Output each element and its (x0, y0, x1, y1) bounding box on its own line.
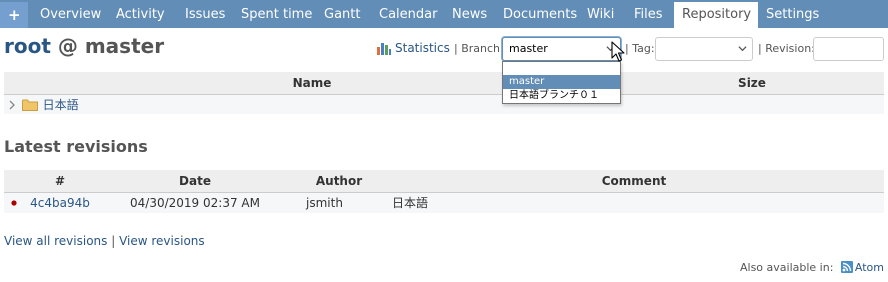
mouse-cursor-icon (611, 41, 625, 62)
tab-repository[interactable]: Repository (674, 2, 758, 28)
view-revisions-link[interactable]: View revisions (119, 234, 205, 248)
repository-root-link[interactable]: root (4, 34, 51, 58)
feed-icon (840, 261, 853, 273)
also-available-label: Also available in: (739, 261, 834, 274)
tab-issues[interactable]: Issues (177, 2, 233, 28)
atom-feed-link[interactable]: Atom (855, 261, 884, 274)
branch-option-master[interactable]: master (503, 75, 620, 89)
title-separator: @ (50, 34, 85, 58)
project-menu-bar: + Overview Activity Issues Spent time Ga… (0, 0, 888, 28)
tab-spent-time[interactable]: Spent time (233, 2, 320, 28)
branch-label: | Branch: (454, 42, 504, 55)
column-header-comment: Comment (384, 170, 884, 193)
tab-wiki[interactable]: Wiki (579, 2, 622, 28)
link-separator: | (107, 234, 120, 248)
revision-link[interactable]: 4c4ba94b (30, 196, 90, 210)
tab-news[interactable]: News (444, 2, 495, 28)
new-object-button[interactable]: + (0, 2, 28, 28)
tab-documents[interactable]: Documents (495, 2, 585, 28)
folder-link[interactable]: 日本語 (43, 98, 79, 112)
tab-gantt[interactable]: Gantt (316, 2, 368, 28)
table-row: 4c4ba94b 04/30/2019 02:37 AM jsmith 日本語 (4, 192, 884, 213)
tag-select[interactable] (655, 37, 753, 61)
title-branch: master (84, 34, 165, 58)
revision-input[interactable] (813, 37, 884, 61)
branch-select-value: master (509, 42, 548, 55)
other-formats: Also available in: Atom (740, 261, 884, 274)
entry-size-cell (620, 94, 884, 114)
statistics-icon[interactable] (376, 41, 392, 55)
revision-date: 04/30/2019 02:37 AM (130, 195, 260, 210)
revision-author: jsmith (306, 195, 343, 210)
tab-overview[interactable]: Overview (32, 2, 109, 28)
table-row: 日本語 (4, 94, 884, 114)
revision-dot-icon (11, 200, 17, 206)
branch-select[interactable]: master (502, 37, 621, 61)
expand-chevron-icon[interactable] (8, 100, 16, 110)
repository-entries-table: Name Size 日本語 (4, 72, 884, 114)
column-header-author: Author (294, 170, 384, 193)
tab-calendar[interactable]: Calendar (371, 2, 445, 28)
revision-label: | Revision: (758, 42, 815, 55)
branch-option-blank[interactable] (503, 62, 620, 75)
revision-id-cell: 4c4ba94b (24, 192, 96, 213)
column-header-id: # (24, 170, 96, 193)
revision-comment: 日本語 (392, 196, 429, 211)
latest-revisions-heading: Latest revisions (4, 137, 148, 156)
tab-files[interactable]: Files (626, 2, 671, 28)
folder-icon (21, 99, 38, 111)
branch-dropdown-list: master 日本語ブランチ０１ (502, 61, 621, 104)
revision-graph-cell (4, 192, 24, 213)
revisions-table: # Date Author Comment 4c4ba94b 04/30/201… (4, 170, 884, 213)
column-header-date: Date (96, 170, 294, 193)
tab-activity[interactable]: Activity (108, 2, 173, 28)
page-title: root @ master (4, 34, 164, 58)
column-header-graph (4, 170, 24, 193)
revision-links: View all revisions | View revisions (4, 234, 205, 248)
chevron-down-icon (738, 46, 747, 52)
statistics-link[interactable]: Statistics (395, 41, 450, 55)
branch-option-japanese[interactable]: 日本語ブランチ０１ (503, 89, 620, 103)
view-all-revisions-link[interactable]: View all revisions (4, 234, 107, 248)
column-header-size[interactable]: Size (620, 72, 884, 95)
tag-label: | Tag: (625, 42, 655, 55)
tab-settings[interactable]: Settings (758, 2, 827, 28)
